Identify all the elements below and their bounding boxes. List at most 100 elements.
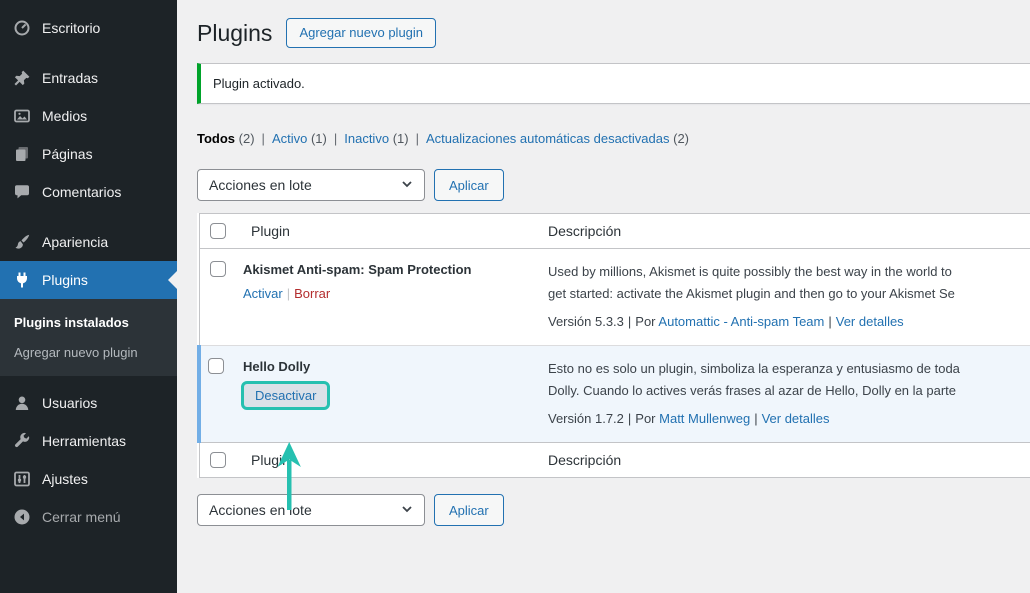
pin-icon <box>13 69 31 87</box>
plugins-submenu: Plugins instalados Agregar nuevo plugin <box>0 299 177 376</box>
plugin-version: Versión 1.7.2 <box>548 411 624 426</box>
sidebar-item-usuarios[interactable]: Usuarios <box>0 384 177 422</box>
sidebar-item-paginas[interactable]: Páginas <box>0 135 177 173</box>
plugin-icon <box>13 271 31 289</box>
filter-separator: | <box>262 131 265 146</box>
apply-button[interactable]: Aplicar <box>434 169 504 201</box>
meta-separator: | <box>754 411 757 426</box>
plugin-name: Hello Dolly <box>243 358 528 376</box>
row-checkbox[interactable] <box>210 261 226 277</box>
sidebar-item-escritorio[interactable]: Escritorio <box>0 9 177 47</box>
table-footer-row: Plugin Descripción <box>199 443 1030 478</box>
dashboard-icon <box>13 19 31 37</box>
add-new-plugin-button[interactable]: Agregar nuevo plugin <box>286 18 436 48</box>
tools-icon <box>13 432 31 450</box>
sidebar-item-herramientas[interactable]: Herramientas <box>0 422 177 460</box>
filter-activo[interactable]: Activo (1) <box>272 131 327 146</box>
plugin-description-line: Dolly. Cuando lo actives verás frases al… <box>548 380 1030 402</box>
annotation-highlight-box: Desactivar <box>241 381 330 410</box>
action-separator: | <box>287 286 290 301</box>
table-header-row: Plugin Descripción <box>199 214 1030 249</box>
filter-inactivo[interactable]: Inactivo (1) <box>344 131 408 146</box>
meta-separator: | <box>628 314 631 329</box>
column-header-descripcion: Descripción <box>538 214 1030 249</box>
bulk-action-select[interactable]: Acciones en lote <box>197 169 425 201</box>
filter-actualizaciones-automaticas[interactable]: Actualizaciones automáticas desactivadas… <box>426 131 689 146</box>
plugin-description-line: Esto no es solo un plugin, simboliza la … <box>548 358 1030 380</box>
appearance-icon <box>13 233 31 251</box>
users-icon <box>13 394 31 412</box>
table-row-akismet: Akismet Anti-spam: Spam Protection Activ… <box>199 249 1030 346</box>
meta-separator: | <box>828 314 831 329</box>
plugin-description-line: get started: activate the Akismet plugin… <box>548 283 1030 305</box>
plugin-meta: Versión 5.3.3 | Por Automattic - Anti-spam… <box>548 314 1030 329</box>
sidebar-item-label: Ajustes <box>42 471 88 487</box>
sidebar-item-label: Comentarios <box>42 184 121 200</box>
plugin-meta: Versión 1.7.2 | Por Matt Mullenweg | Ver det… <box>548 411 1030 426</box>
column-footer-descripcion: Descripción <box>538 443 1030 478</box>
sidebar-item-label: Páginas <box>42 146 93 162</box>
sidebar-item-label: Herramientas <box>42 433 126 449</box>
author-link[interactable]: Automattic - Anti-spam Team <box>658 314 824 329</box>
plugin-version: Versión 5.3.3 <box>548 314 624 329</box>
sidebar-item-apariencia[interactable]: Apariencia <box>0 223 177 261</box>
deactivate-link[interactable]: Desactivar <box>255 388 316 403</box>
sidebar-item-comentarios[interactable]: Comentarios <box>0 173 177 211</box>
plugins-table: Plugin Descripción Akismet Anti-spam: Sp… <box>197 213 1030 478</box>
by-label: Por <box>635 314 655 329</box>
submenu-item-agregar-nuevo-plugin[interactable]: Agregar nuevo plugin <box>0 338 177 368</box>
notice-message: Plugin activado. <box>213 76 305 91</box>
row-checkbox[interactable] <box>208 358 224 374</box>
sidebar-item-label: Plugins <box>42 272 88 288</box>
select-all-checkbox[interactable] <box>210 223 226 239</box>
main-content: Plugins Agregar nuevo plugin Plugin acti… <box>177 0 1030 593</box>
sidebar-item-label: Entradas <box>42 70 98 86</box>
sidebar-item-label: Apariencia <box>42 234 108 250</box>
pages-icon <box>13 145 31 163</box>
chevron-down-icon <box>400 177 414 194</box>
column-header-plugin: Plugin <box>241 214 538 249</box>
select-all-checkbox[interactable] <box>210 452 226 468</box>
sidebar-separator <box>0 211 177 223</box>
submenu-item-plugins-instalados[interactable]: Plugins instalados <box>0 308 177 338</box>
media-icon <box>13 107 31 125</box>
collapse-icon <box>13 508 31 526</box>
sidebar-item-cerrar-menu[interactable]: Cerrar menú <box>0 498 177 536</box>
view-details-link[interactable]: Ver detalles <box>762 411 830 426</box>
author-link[interactable]: Matt Mullenweg <box>659 411 750 426</box>
bulk-action-select[interactable]: Acciones en lote <box>197 494 425 526</box>
bulk-action-selected-value: Acciones en lote <box>209 177 312 193</box>
sidebar-item-entradas[interactable]: Entradas <box>0 59 177 97</box>
admin-sidebar: Escritorio Entradas Medios Páginas Comen… <box>0 0 177 593</box>
sidebar-item-label: Cerrar menú <box>42 509 121 525</box>
sidebar-item-plugins[interactable]: Plugins <box>0 261 177 299</box>
plugin-description-line: Used by millions, Akismet is quite possi… <box>548 261 1030 283</box>
bulk-action-selected-value: Acciones en lote <box>209 502 312 518</box>
comments-icon <box>13 183 31 201</box>
chevron-down-icon <box>400 502 414 519</box>
sidebar-item-label: Escritorio <box>42 20 100 36</box>
bulk-actions-top: Acciones en lote Aplicar <box>197 169 1030 201</box>
sidebar-item-medios[interactable]: Medios <box>0 97 177 135</box>
table-row-hello-dolly: Hello Dolly Desactivar Esto no es solo u… <box>199 346 1030 443</box>
sidebar-separator <box>0 47 177 59</box>
plugin-activated-notice: Plugin activado. <box>197 63 1030 104</box>
page-title: Plugins <box>197 18 272 48</box>
column-footer-plugin: Plugin <box>241 443 538 478</box>
sidebar-item-label: Medios <box>42 108 87 124</box>
filter-separator: | <box>334 131 337 146</box>
bulk-actions-bottom: Acciones en lote Aplicar <box>197 494 1030 526</box>
sidebar-item-label: Usuarios <box>42 395 97 411</box>
status-filter-links: Todos (2) | Activo (1) | Inactivo (1) | Actual… <box>197 131 1030 146</box>
filter-todos[interactable]: Todos (2) <box>197 131 255 146</box>
by-label: Por <box>635 411 655 426</box>
delete-link[interactable]: Borrar <box>294 286 330 301</box>
view-details-link[interactable]: Ver detalles <box>836 314 904 329</box>
plugin-name: Akismet Anti-spam: Spam Protection <box>243 261 528 279</box>
settings-icon <box>13 470 31 488</box>
filter-separator: | <box>416 131 419 146</box>
sidebar-item-ajustes[interactable]: Ajustes <box>0 460 177 498</box>
meta-separator: | <box>628 411 631 426</box>
apply-button[interactable]: Aplicar <box>434 494 504 526</box>
activate-link[interactable]: Activar <box>243 286 283 301</box>
